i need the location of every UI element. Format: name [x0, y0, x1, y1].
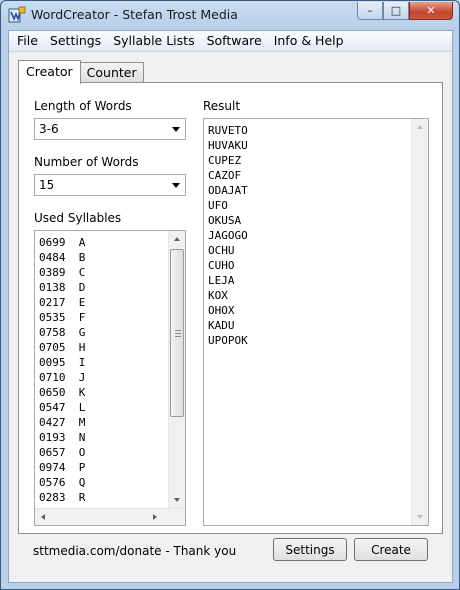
- result-word: UFO: [208, 199, 228, 212]
- scroll-down-arrow-icon[interactable]: [417, 515, 423, 519]
- list-item[interactable]: 0705 H: [39, 340, 85, 355]
- result-lines: RUVETO HUVAKU CUPEZ CAZOF ODAJAT UFO OKU…: [208, 123, 248, 348]
- used-syllables-label: Used Syllables: [34, 211, 122, 225]
- chevron-down-icon[interactable]: [172, 183, 180, 188]
- menu-syllable-lists[interactable]: Syllable Lists: [107, 31, 200, 51]
- result-word: KOX: [208, 289, 228, 302]
- list-item[interactable]: 0547 L: [39, 400, 85, 415]
- list-item[interactable]: 0576 Q: [39, 475, 85, 490]
- syllables-horizontal-scrollbar[interactable]: [35, 508, 185, 525]
- donate-text: sttmedia.com/donate - Thank you: [33, 544, 237, 558]
- client-area: File Settings Syllable Lists Software In…: [8, 30, 453, 583]
- list-item[interactable]: 0283 R: [39, 490, 85, 505]
- list-item[interactable]: 0138 D: [39, 280, 85, 295]
- window-title: WordCreator - Stefan Trost Media: [31, 7, 238, 22]
- menu-info-help[interactable]: Info & Help: [268, 31, 350, 51]
- result-word: JAGOGO: [208, 229, 248, 242]
- list-item[interactable]: 0389 C: [39, 265, 85, 280]
- menu-bar: File Settings Syllable Lists Software In…: [9, 31, 452, 52]
- list-item[interactable]: 0710 J: [39, 370, 85, 385]
- number-of-words-label: Number of Words: [34, 155, 139, 169]
- result-word: OCHU: [208, 244, 235, 257]
- result-word: OHOX: [208, 304, 235, 317]
- syllable-lines: 0699 A 0484 B 0389 C 0138 D 0217 E 0535 …: [39, 235, 85, 505]
- list-item[interactable]: 0657 O: [39, 445, 85, 460]
- list-item[interactable]: 0974 P: [39, 460, 85, 475]
- tab-strip: Creator Counter: [18, 60, 144, 84]
- tab-counter[interactable]: Counter: [79, 62, 144, 83]
- result-word: CUPEZ: [208, 154, 242, 167]
- result-textarea[interactable]: RUVETO HUVAKU CUPEZ CAZOF ODAJAT UFO OKU…: [203, 118, 429, 526]
- menu-file[interactable]: File: [11, 31, 44, 51]
- scroll-right-arrow-icon[interactable]: [153, 514, 157, 520]
- result-word: RUVETO: [208, 124, 248, 137]
- list-item[interactable]: 0217 E: [39, 295, 85, 310]
- used-syllables-list[interactable]: 0699 A 0484 B 0389 C 0138 D 0217 E 0535 …: [34, 230, 186, 526]
- result-word: CUHO: [208, 259, 235, 272]
- scroll-left-arrow-icon[interactable]: [41, 514, 45, 520]
- maximize-button[interactable]: □: [383, 2, 409, 20]
- menu-settings[interactable]: Settings: [44, 31, 107, 51]
- result-word: HUVAKU: [208, 139, 248, 152]
- result-word: OKUSA: [208, 214, 242, 227]
- number-of-words-value: 15: [39, 178, 55, 192]
- app-window: WordCreator - Stefan Trost Media – □ ✕ F…: [0, 0, 460, 590]
- result-label: Result: [203, 99, 241, 113]
- tab-creator[interactable]: Creator: [18, 60, 81, 84]
- create-button[interactable]: Create: [354, 538, 428, 561]
- menu-software[interactable]: Software: [201, 31, 268, 51]
- list-item[interactable]: 0484 B: [39, 250, 85, 265]
- result-word: UPOPOK: [208, 334, 248, 347]
- list-item[interactable]: 0758 G: [39, 325, 85, 340]
- settings-button[interactable]: Settings: [273, 538, 347, 561]
- number-of-words-select[interactable]: 15: [34, 174, 186, 196]
- scroll-up-arrow-icon[interactable]: [174, 237, 180, 241]
- title-bar[interactable]: WordCreator - Stefan Trost Media – □ ✕: [1, 1, 459, 29]
- syllables-scroll-thumb[interactable]: [170, 249, 184, 417]
- result-word: CAZOF: [208, 169, 242, 182]
- result-vertical-scrollbar[interactable]: [411, 119, 428, 525]
- list-item[interactable]: 0699 A: [39, 235, 85, 250]
- scroll-up-arrow-icon[interactable]: [417, 125, 423, 129]
- syllables-vertical-scrollbar[interactable]: [168, 231, 185, 508]
- list-item[interactable]: 0193 N: [39, 430, 85, 445]
- close-button[interactable]: ✕: [409, 2, 453, 20]
- app-icon[interactable]: [8, 6, 26, 24]
- chevron-down-icon[interactable]: [172, 127, 180, 132]
- result-word: LEJA: [208, 274, 235, 287]
- creator-panel: Length of Words 3-6 Number of Words 15 U…: [18, 82, 443, 534]
- length-of-words-value: 3-6: [39, 122, 59, 136]
- window-controls: – □ ✕: [357, 2, 453, 20]
- scroll-down-arrow-icon[interactable]: [174, 498, 180, 502]
- length-of-words-label: Length of Words: [34, 99, 132, 113]
- list-item[interactable]: 0095 I: [39, 355, 85, 370]
- list-item[interactable]: 0535 F: [39, 310, 85, 325]
- list-item[interactable]: 0650 K: [39, 385, 85, 400]
- length-of-words-select[interactable]: 3-6: [34, 118, 186, 140]
- result-word: ODAJAT: [208, 184, 248, 197]
- result-word: KADU: [208, 319, 235, 332]
- list-item[interactable]: 0427 M: [39, 415, 85, 430]
- minimize-button[interactable]: –: [357, 2, 383, 20]
